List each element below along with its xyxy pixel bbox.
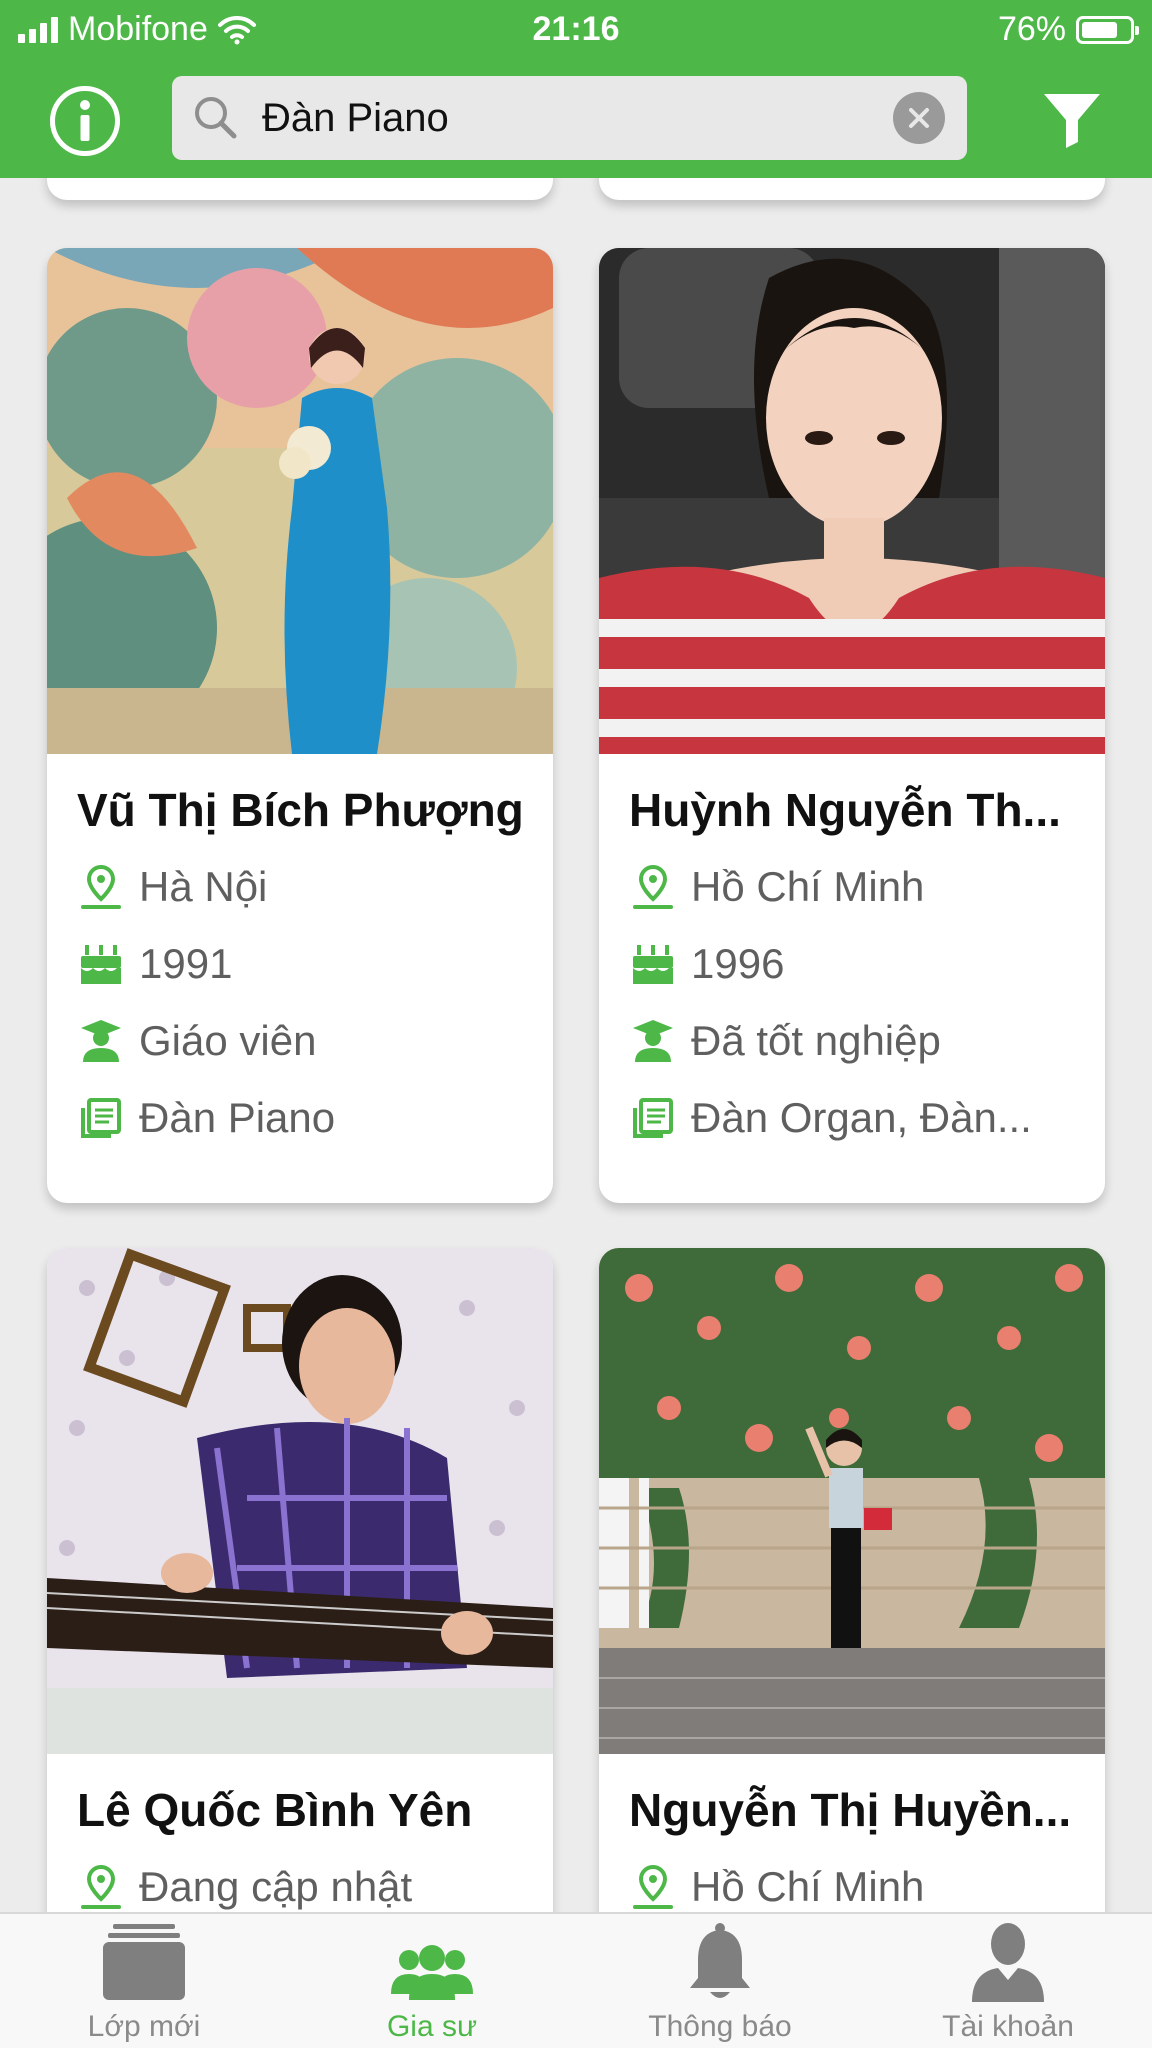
filter-icon[interactable] — [1040, 88, 1104, 152]
person-icon — [972, 1923, 1044, 2002]
tutor-subjects: Đàn Organ, Đàn... — [629, 1079, 1105, 1156]
classroom-icon — [103, 1924, 185, 2000]
tutor-photo — [599, 248, 1105, 754]
subjects-text: Đàn Organ, Đàn... — [691, 1093, 1032, 1141]
tab-lop-moi[interactable]: Lớp mới — [0, 1914, 288, 2048]
location-text: Hồ Chí Minh — [691, 862, 925, 910]
birth-year-text: 1996 — [691, 939, 785, 987]
bell-icon — [690, 1923, 750, 1998]
info-icon — [80, 100, 90, 141]
tutor-photo — [599, 1248, 1105, 1754]
tab-tai-khoan[interactable]: Tài khoản — [864, 1914, 1152, 2048]
status-bar: Mobifone 21:16 76% — [0, 0, 1152, 58]
tutor-name: Vũ Thị Bích Phượng — [77, 784, 524, 836]
tutor-card[interactable]: Vũ Thị Bích Phượng Hà Nội 1991 Giáo viên… — [47, 248, 553, 1203]
tutor-location: Hà Nội — [77, 848, 553, 925]
tutor-photo — [47, 1248, 553, 1754]
tutor-location: Hồ Chí Minh — [629, 848, 1105, 925]
education-text: Đã tốt nghiệp — [691, 1016, 941, 1064]
search-icon — [195, 97, 237, 139]
tutor-location: Đang cập nhật — [77, 1848, 553, 1912]
bottom-tab-bar: Lớp mới Gia sư Thông báo Tài khoản — [0, 1912, 1152, 2048]
birthday-cake-icon — [81, 944, 121, 984]
location-pin-icon — [81, 864, 121, 909]
tutor-location: Hồ Chí Minh — [629, 1848, 1105, 1912]
tab-thong-bao[interactable]: Thông báo — [576, 1914, 864, 2048]
location-pin-icon — [633, 1864, 673, 1909]
tutor-photo — [47, 248, 553, 754]
subjects-text: Đàn Piano — [139, 1093, 336, 1141]
location-pin-icon — [81, 1864, 121, 1909]
info-button[interactable] — [50, 86, 120, 156]
tutor-name: Lê Quốc Bình Yên — [77, 1784, 473, 1836]
birth-year-text: 1991 — [139, 939, 233, 987]
tutor-card[interactable]: Nguyễn Thị Huyền... Hồ Chí Minh — [599, 1248, 1105, 1912]
tutor-education: Giáo viên — [77, 1002, 553, 1079]
location-text: Hà Nội — [139, 862, 268, 910]
tutor-card[interactable]: Lê Quốc Bình Yên Đang cập nhật — [47, 1248, 553, 1912]
tab-label: Thông báo — [648, 2010, 792, 2043]
birthday-cake-icon — [633, 944, 673, 984]
search-bar[interactable] — [172, 76, 967, 160]
subjects-book-icon — [633, 1097, 673, 1138]
battery-percent: 76% — [997, 10, 1066, 48]
clear-search-button[interactable] — [893, 92, 945, 144]
graduate-icon — [81, 1019, 121, 1062]
tab-label: Lớp mới — [87, 2010, 201, 2043]
graduate-icon — [633, 1019, 673, 1062]
battery-icon — [1076, 15, 1139, 44]
tutor-grid[interactable]: Vũ Thị Bích Phượng Hà Nội 1991 Giáo viên… — [0, 178, 1152, 1912]
tab-label: Gia sư — [386, 2010, 478, 2043]
education-text: Giáo viên — [139, 1016, 317, 1064]
location-text: Hồ Chí Minh — [691, 1862, 925, 1910]
tutor-subjects: Đàn Piano — [77, 1079, 553, 1156]
tutor-education: Đã tốt nghiệp — [629, 1002, 1105, 1079]
tutor-card[interactable] — [47, 178, 553, 200]
close-icon — [909, 108, 929, 128]
tutor-birth-year: 1991 — [77, 925, 553, 1002]
clock: 21:16 — [532, 10, 620, 48]
tutor-card[interactable] — [599, 178, 1105, 200]
location-text: Đang cập nhật — [139, 1862, 413, 1910]
tab-gia-su[interactable]: Gia sư — [288, 1914, 576, 2048]
tutor-name: Huỳnh Nguyễn Th... — [629, 784, 1061, 836]
subjects-book-icon — [81, 1097, 121, 1138]
tutor-card[interactable]: Huỳnh Nguyễn Th... Hồ Chí Minh 1996 Đã t… — [599, 248, 1105, 1203]
tutor-birth-year: 1996 — [629, 925, 1105, 1002]
tab-label: Tài khoản — [942, 2010, 1074, 2043]
location-pin-icon — [633, 864, 673, 909]
tutors-group-icon — [391, 1945, 473, 2000]
search-input[interactable] — [262, 76, 842, 160]
app-header: Mobifone 21:16 76% — [0, 0, 1152, 178]
tutor-name: Nguyễn Thị Huyền... — [629, 1784, 1072, 1836]
